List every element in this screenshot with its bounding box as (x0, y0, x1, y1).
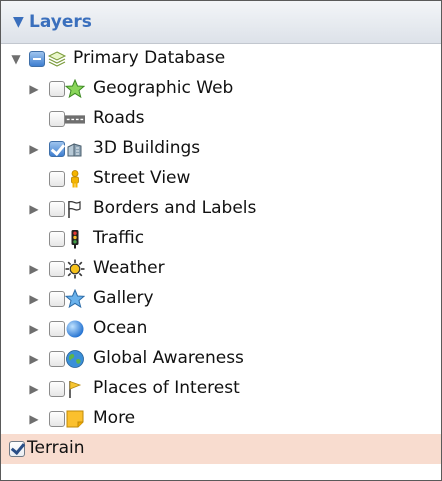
layer-row-gallery[interactable]: ▶ Gallery (1, 284, 441, 314)
layer-label-ocean: Ocean (93, 318, 148, 338)
layer-label-global-awareness: Global Awareness (93, 348, 244, 368)
ocean-globe-icon (65, 319, 85, 339)
disclosure-collapsed-icon[interactable]: ▶ (27, 352, 41, 366)
layer-label-borders-and-labels: Borders and Labels (93, 198, 257, 218)
layer-label-geographic-web: Geographic Web (93, 78, 234, 98)
collapse-triangle-icon[interactable]: ▼ (13, 14, 29, 30)
green-star-icon (65, 79, 85, 99)
checkbox-places-of-interest[interactable] (49, 381, 65, 397)
disclosure-collapsed-icon[interactable]: ▶ (27, 412, 41, 426)
layer-label-terrain: Terrain (27, 438, 85, 458)
layer-row-traffic[interactable]: Traffic (1, 224, 441, 254)
layer-row-weather[interactable]: ▶ Weather (1, 254, 441, 284)
checkbox-borders-and-labels[interactable] (49, 201, 65, 217)
disclosure-expanded-icon[interactable]: ▼ (9, 52, 23, 66)
layer-row-geographic-web[interactable]: ▶ Geographic Web (1, 74, 441, 104)
buildings-icon (65, 139, 85, 159)
disclosure-collapsed-icon[interactable]: ▶ (27, 202, 41, 216)
disclosure-collapsed-icon[interactable]: ▶ (27, 142, 41, 156)
checkbox-terrain[interactable] (9, 441, 25, 457)
checkbox-weather[interactable] (49, 261, 65, 277)
checkbox-3d-buildings[interactable] (49, 141, 65, 157)
disclosure-collapsed-icon[interactable]: ▶ (27, 382, 41, 396)
layers-panel: ▼ Layers ▼ Primary Database ▶ Geographic… (0, 0, 442, 481)
checkbox-ocean[interactable] (49, 321, 65, 337)
layer-label-more: More (93, 408, 136, 428)
layers-header[interactable]: ▼ Layers (1, 1, 441, 44)
disclosure-collapsed-icon[interactable]: ▶ (27, 262, 41, 276)
layer-label-gallery: Gallery (93, 288, 154, 308)
checkbox-traffic[interactable] (49, 231, 65, 247)
database-layers-icon (47, 49, 67, 69)
disclosure-collapsed-icon[interactable]: ▶ (27, 292, 41, 306)
checkbox-roads[interactable] (49, 111, 65, 127)
layer-row-places-of-interest[interactable]: ▶ Places of Interest (1, 374, 441, 404)
disclosure-collapsed-icon[interactable]: ▶ (27, 82, 41, 96)
traffic-light-icon (65, 229, 85, 249)
layers-title: Layers (29, 12, 92, 32)
yellow-flag-icon (65, 379, 85, 399)
checkbox-global-awareness[interactable] (49, 351, 65, 367)
layer-label-traffic: Traffic (93, 228, 145, 248)
earth-globe-icon (65, 349, 85, 369)
blue-star-icon (65, 289, 85, 309)
road-icon (65, 109, 85, 129)
layer-label-primary-database: Primary Database (73, 48, 226, 68)
layer-row-3d-buildings[interactable]: ▶ 3D Buildings (1, 134, 441, 164)
layer-label-3d-buildings: 3D Buildings (93, 138, 201, 158)
layer-row-more[interactable]: ▶ More (1, 404, 441, 434)
layer-label-weather: Weather (93, 258, 165, 278)
sun-icon (65, 259, 85, 279)
layer-label-places-of-interest: Places of Interest (93, 378, 240, 398)
checkbox-street-view[interactable] (49, 171, 65, 187)
note-icon (65, 409, 85, 429)
layer-row-street-view[interactable]: Street View (1, 164, 441, 194)
checkbox-gallery[interactable] (49, 291, 65, 307)
layer-row-ocean[interactable]: ▶ Ocean (1, 314, 441, 344)
layer-label-street-view: Street View (93, 168, 191, 188)
pegman-icon (65, 169, 85, 189)
disclosure-collapsed-icon[interactable]: ▶ (27, 322, 41, 336)
layers-tree: ▼ Primary Database ▶ Geographic Web Road… (1, 44, 441, 464)
layer-row-global-awareness[interactable]: ▶ Global Awareness (1, 344, 441, 374)
layer-label-roads: Roads (93, 108, 145, 128)
layer-row-terrain[interactable]: Terrain (1, 434, 441, 464)
checkbox-primary-database[interactable] (29, 51, 45, 67)
layer-row-primary-database[interactable]: ▼ Primary Database (1, 44, 441, 74)
checkbox-more[interactable] (49, 411, 65, 427)
checkbox-geographic-web[interactable] (49, 81, 65, 97)
layer-row-borders-and-labels[interactable]: ▶ Borders and Labels (1, 194, 441, 224)
flag-icon (65, 199, 85, 219)
layer-row-roads[interactable]: Roads (1, 104, 441, 134)
